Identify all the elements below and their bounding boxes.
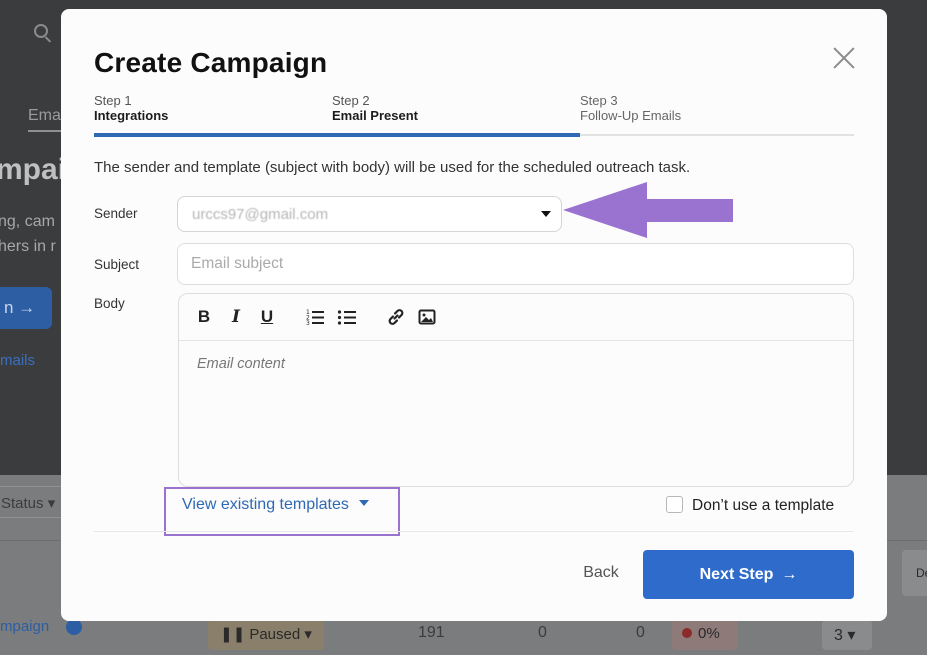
image-icon[interactable]: [417, 307, 437, 327]
campaign-name: mpaign: [0, 618, 50, 635]
editor-placeholder: Email content: [197, 356, 285, 372]
stepper: Step 1 Integrations Step 2 Email Present…: [94, 93, 854, 137]
footer-divider: [94, 531, 854, 532]
status-badge: ❚❚ Paused ▾: [208, 620, 324, 650]
dialog-title: Create Campaign: [94, 47, 328, 78]
step-count: 3 ▾: [822, 620, 872, 650]
arrow-right-icon: →: [781, 565, 798, 583]
subject-label: Subject: [94, 257, 140, 272]
caret-down-icon: [541, 211, 551, 217]
table-header-cell: De: [902, 550, 927, 596]
underline-icon[interactable]: U: [257, 307, 277, 327]
checkbox-box[interactable]: [666, 496, 683, 513]
step-number: Step 1: [94, 93, 132, 108]
nav-tab-emails: Ema: [28, 107, 61, 124]
no-template-checkbox[interactable]: Don’t use a template: [666, 496, 834, 515]
editor-toolbar: B I U 123: [179, 294, 853, 341]
step-count-value: 3: [834, 627, 843, 644]
sender-value: urccs97@gmail.com: [192, 206, 329, 223]
templates-link-label: View existing templates: [182, 496, 349, 513]
rate-badge: 0%: [672, 620, 738, 650]
body-label: Body: [94, 296, 125, 311]
metric-replied: 0: [636, 624, 645, 641]
close-icon[interactable]: [831, 45, 857, 71]
emails-link: mails: [0, 352, 36, 369]
caret-down-icon: [358, 500, 369, 506]
svg-text:3: 3: [306, 320, 310, 327]
step-label: Follow-Up Emails: [580, 108, 682, 123]
bold-icon[interactable]: B: [194, 307, 214, 327]
search-icon: [34, 24, 48, 38]
create-campaign-button: n →: [0, 287, 52, 329]
step-integrations[interactable]: Step 1 Integrations: [94, 93, 168, 123]
create-campaign-dialog: Create Campaign Step 1 Integrations Step…: [61, 9, 887, 621]
page-subtext: hers in r: [0, 238, 56, 255]
body-editor[interactable]: B I U 123 Email content: [178, 293, 854, 487]
dialog-description: The sender and template (subject with bo…: [94, 159, 691, 176]
campaign-arrow-icon: [66, 619, 82, 635]
step-email-present[interactable]: Step 2 Email Present: [332, 93, 418, 123]
view-existing-templates-link[interactable]: View existing templates: [182, 496, 369, 514]
bullet-list-icon[interactable]: [337, 307, 357, 327]
status-filter-label: Status: [1, 495, 44, 512]
ordered-list-icon[interactable]: 123: [305, 307, 325, 327]
step-label: Email Present: [332, 108, 418, 123]
link-icon[interactable]: [386, 307, 406, 327]
nav-tab-underline: [28, 130, 62, 132]
step-label: Integrations: [94, 108, 169, 123]
status-dot-icon: [682, 628, 692, 638]
step-number: Step 2: [332, 93, 370, 108]
rate-value: 0%: [698, 625, 720, 642]
status-badge-label: Paused: [249, 626, 301, 643]
sender-label: Sender: [94, 206, 138, 221]
step-follow-up-emails[interactable]: Step 3 Follow-Up Emails: [580, 93, 681, 123]
stepper-progress: [94, 133, 580, 137]
subject-input[interactable]: [177, 243, 854, 285]
back-button[interactable]: Back: [568, 557, 634, 589]
arrow-annotation-icon: [563, 182, 733, 238]
next-step-button[interactable]: Next Step →: [643, 550, 854, 599]
page-subtext: ng, cam: [0, 213, 55, 230]
italic-icon[interactable]: I: [226, 307, 246, 327]
metric-sent: 191: [418, 624, 445, 641]
sender-select[interactable]: urccs97@gmail.com: [177, 196, 562, 232]
next-step-label: Next Step: [699, 565, 774, 583]
step-number: Step 3: [580, 93, 618, 108]
no-template-label: Don’t use a template: [692, 497, 835, 514]
metric-opened: 0: [538, 624, 547, 641]
